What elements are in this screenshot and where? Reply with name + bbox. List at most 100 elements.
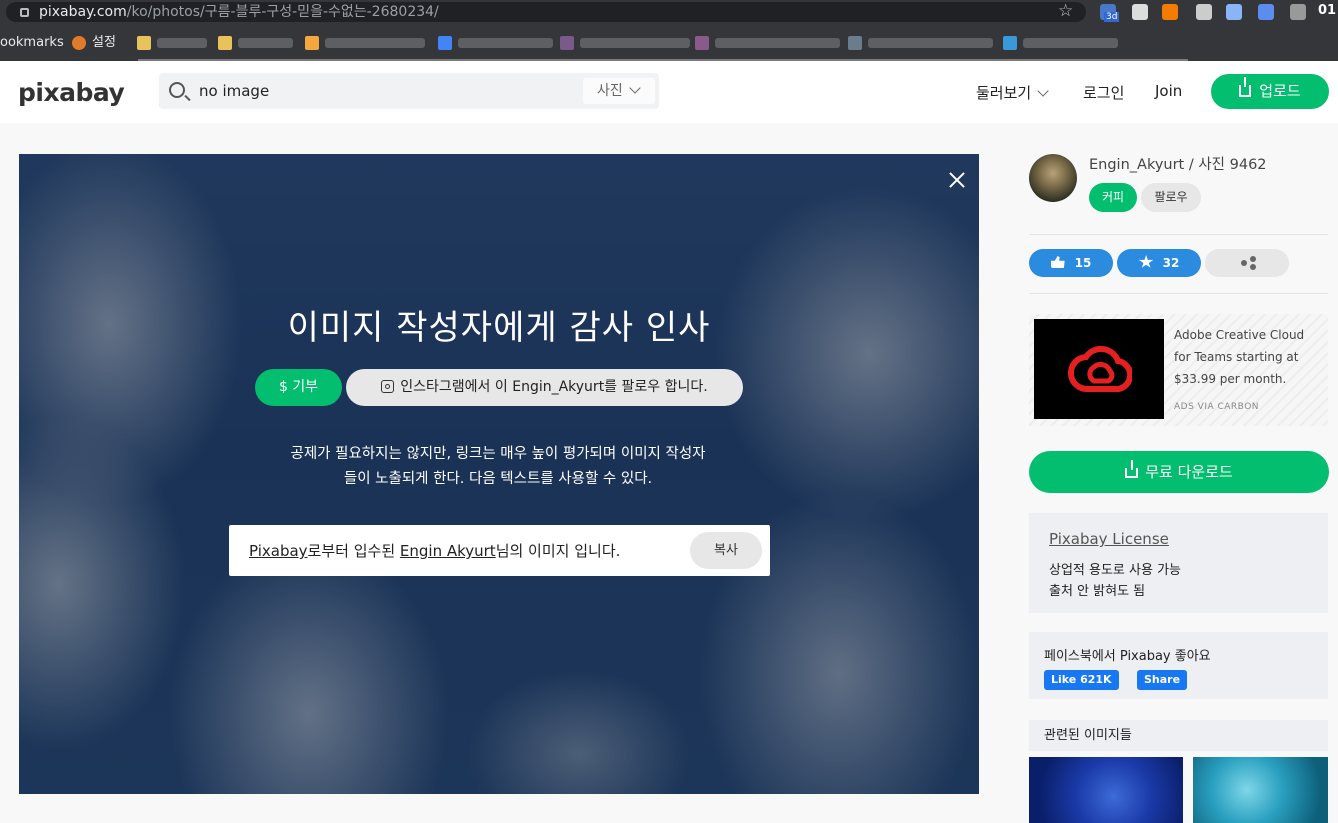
attribution-box: Pixabay로부터 입수된 Engin Akyurt님의 이미지 입니다. 복… (229, 525, 770, 576)
facebook-share-button[interactable]: Share (1137, 670, 1188, 690)
like-count: 15 (1074, 256, 1092, 270)
app-icon (560, 35, 574, 50)
nav-explore-label: 둘러보기 (976, 84, 1032, 102)
follow-button[interactable]: 팔로우 (1141, 183, 1201, 212)
attribution-mid: 로부터 입수된 (307, 542, 400, 560)
related-images-title: 관련된 이미지들 (1029, 720, 1328, 751)
upload-label: 업로드 (1259, 82, 1301, 100)
favorite-count: 32 (1162, 256, 1180, 270)
attribution-description: 공제가 필요하지는 않지만, 링크는 매우 높이 평가되며 이미지 작성자들이 … (290, 446, 706, 487)
bookmark-blurred[interactable] (218, 34, 293, 52)
pixabay-link[interactable]: Pixabay (249, 542, 308, 560)
settings-icon (72, 35, 86, 50)
thank-you-title: 이미지 작성자에게 감사 인사 (287, 308, 711, 348)
related-image[interactable] (1029, 757, 1183, 823)
pixabay-logo[interactable]: pixabay (18, 78, 125, 107)
extension-icon[interactable] (1290, 4, 1306, 20)
bookmark-label: 설정 (92, 35, 116, 50)
app-icon (848, 35, 862, 50)
app-icon (695, 35, 709, 50)
extension-icon[interactable]: 3d (1100, 4, 1120, 22)
free-download-button[interactable]: 무료 다운로드 (1029, 451, 1329, 493)
thumbs-up-icon (1050, 256, 1065, 268)
folder-icon (137, 35, 151, 50)
avatar[interactable] (1029, 154, 1077, 202)
bookmark-blurred[interactable] (560, 34, 690, 52)
attribution-tail: 님의 이미지 입니다. (495, 542, 621, 560)
profile-label[interactable]: 01 (1318, 3, 1336, 18)
license-line: 상업적 용도로 사용 가능 (1049, 563, 1181, 578)
bookmark-blurred[interactable] (305, 34, 425, 52)
bookmarks-bar: ookmarks 설정 (0, 24, 1338, 61)
extension-icon[interactable] (1132, 4, 1148, 20)
extension-icon[interactable] (1196, 4, 1212, 20)
extension-icon[interactable] (1226, 4, 1242, 20)
attribution-text[interactable]: Pixabay로부터 입수된 Engin Akyurt님의 이미지 입니다. (249, 540, 620, 561)
download-icon (1125, 460, 1139, 478)
browser-address-bar: pixabay.com/ko/photos/구름-블루-구성-믿을-수없는-26… (0, 0, 1338, 24)
facebook-box: 페이스북에서 Pixabay 좋아요 Like 621K Share (1029, 632, 1328, 699)
facebook-title: 페이스북에서 Pixabay 좋아요 (1044, 649, 1211, 664)
url-host: pixabay.com (39, 4, 127, 20)
nav-join[interactable]: Join (1155, 82, 1182, 100)
related-image[interactable] (1193, 757, 1328, 823)
url-field[interactable]: pixabay.com/ko/photos/구름-블루-구성-믿을-수없는-26… (6, 2, 1086, 22)
search-bar[interactable]: no image 사진 (159, 73, 659, 109)
share-icon (1241, 256, 1257, 270)
analytics-icon (305, 35, 319, 50)
bookmark-blurred[interactable] (695, 34, 840, 52)
search-input[interactable]: no image (199, 82, 269, 100)
download-label: 무료 다운로드 (1145, 463, 1233, 481)
site-header: pixabay no image 사진 둘러보기 로그인 Join 업로드 (0, 61, 1338, 123)
instagram-label: 인스타그램에서 이 Engin_Akyurt를 팔로우 합니다. (400, 379, 708, 395)
bookmarks-label[interactable]: ookmarks (0, 34, 64, 52)
star-icon (1138, 255, 1154, 268)
folder-icon (218, 35, 232, 50)
carbon-ad[interactable]: Adobe Creative Cloud for Teams starting … (1029, 314, 1328, 426)
bookmark-blurred[interactable] (137, 34, 207, 52)
extension-badge: 3d (1104, 12, 1120, 22)
upload-button[interactable]: 업로드 (1211, 74, 1329, 109)
close-icon[interactable] (949, 172, 965, 188)
divider (1029, 234, 1328, 235)
coffee-button[interactable]: 커피 (1089, 183, 1137, 212)
license-line: 출처 안 밝혀도 됨 (1049, 584, 1146, 599)
url-path: /ko/photos/구름-블루-구성-믿을-수없는-2680234/ (126, 4, 439, 20)
bookmark-blurred[interactable] (1003, 34, 1118, 52)
adobe-cc-logo (1034, 319, 1164, 419)
author-info[interactable]: Engin_Akyurt / 사진 9462 (1089, 153, 1267, 174)
thank-you-panel: 이미지 작성자에게 감사 인사 $ 기부 인스타그램에서 이 Engin_Aky… (19, 154, 979, 794)
author-link[interactable]: Engin Akyurt (400, 542, 496, 560)
app-icon (438, 35, 452, 50)
like-button[interactable]: 15 (1029, 249, 1113, 277)
ad-via-label[interactable]: ADS VIA CARBON (1174, 402, 1259, 412)
lock-icon (20, 8, 29, 17)
extension-icon[interactable] (1162, 4, 1178, 20)
copy-button[interactable]: 복사 (690, 532, 762, 569)
divider (1029, 293, 1328, 294)
license-link[interactable]: Pixabay License (1049, 530, 1169, 548)
upload-icon (1239, 77, 1252, 97)
search-type-label: 사진 (597, 83, 623, 99)
facebook-like-button[interactable]: Like 621K (1044, 670, 1119, 690)
instagram-icon (381, 380, 395, 393)
creative-cloud-icon (1068, 345, 1132, 393)
app-icon (1003, 35, 1017, 50)
favorite-button[interactable]: 32 (1117, 249, 1201, 277)
bookmark-blurred[interactable] (438, 34, 553, 52)
nav-login[interactable]: 로그인 (1083, 82, 1124, 103)
instagram-follow-button[interactable]: 인스타그램에서 이 Engin_Akyurt를 팔로우 합니다. (346, 369, 743, 406)
nav-explore[interactable]: 둘러보기 (976, 82, 1049, 103)
donate-button[interactable]: $ 기부 (255, 369, 342, 406)
bookmark-blurred[interactable] (848, 34, 993, 52)
search-type-select[interactable]: 사진 (583, 78, 655, 104)
chevron-down-icon (629, 82, 641, 94)
search-icon[interactable] (169, 82, 185, 98)
chevron-down-icon (1037, 85, 1049, 97)
extension-icon[interactable] (1258, 4, 1274, 20)
bookmark-settings[interactable]: 설정 (72, 34, 116, 52)
bookmark-star-icon[interactable]: ☆ (1058, 1, 1073, 21)
share-button[interactable] (1205, 249, 1289, 277)
license-box: Pixabay License 상업적 용도로 사용 가능 출처 안 밝혀도 됨 (1029, 513, 1328, 613)
ad-text[interactable]: Adobe Creative Cloud for Teams starting … (1174, 324, 1324, 390)
